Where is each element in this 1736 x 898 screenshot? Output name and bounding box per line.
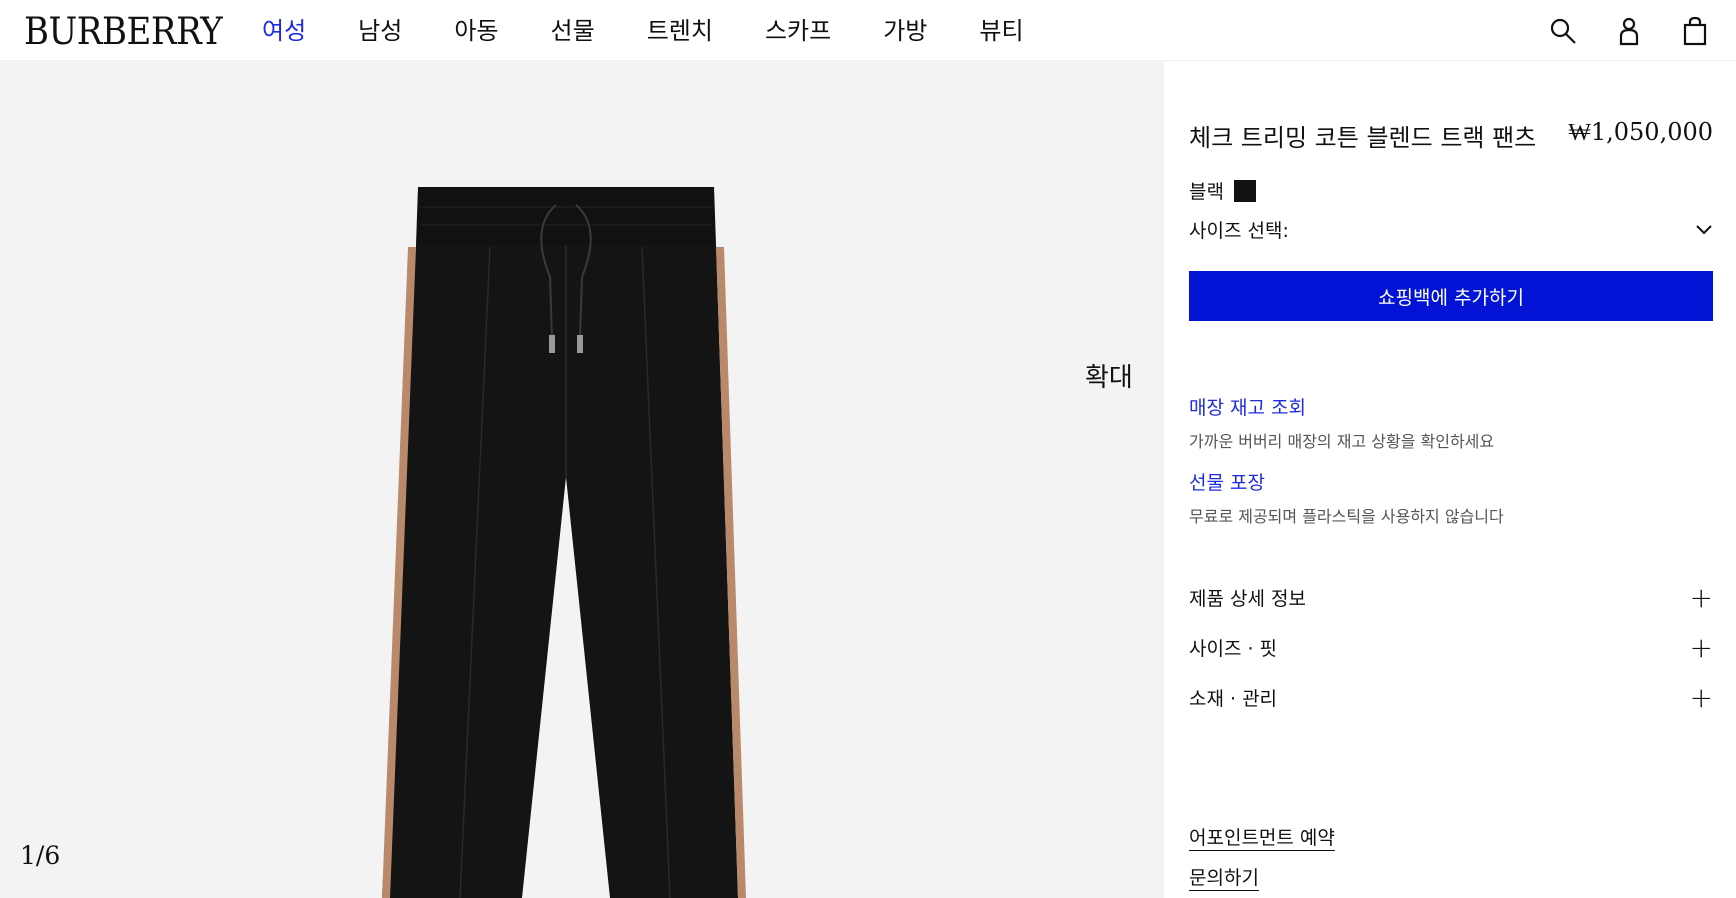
gift-wrap-block: 선물 포장 무료로 제공되며 플라스틱을 사용하지 않습니다 xyxy=(1189,468,1504,527)
title-row: 체크 트리밍 코튼 블렌드 트랙 팬츠 ₩1,050,000 xyxy=(1189,118,1713,153)
product-price: ₩1,050,000 xyxy=(1568,118,1713,146)
nav-item-gifts[interactable]: 선물 xyxy=(551,14,595,48)
brand-logo[interactable]: BURBERRY xyxy=(24,10,223,53)
nav-item-trench[interactable]: 트렌치 xyxy=(647,14,713,48)
chevron-down-icon xyxy=(1696,224,1712,234)
plus-icon: + xyxy=(1689,580,1713,614)
nav-item-women[interactable]: 여성 xyxy=(262,14,306,48)
nav-item-bags[interactable]: 가방 xyxy=(883,14,927,48)
accordion-label: 사이즈 · 핏 xyxy=(1189,638,1278,660)
search-icon[interactable] xyxy=(1546,14,1580,48)
site-header: BURBERRY 여성 남성 아동 선물 트렌치 스카프 가방 뷰티 xyxy=(0,0,1736,61)
color-label: 블랙 xyxy=(1189,181,1224,203)
accordion-label: 제품 상세 정보 xyxy=(1189,588,1306,610)
shopping-bag-icon[interactable] xyxy=(1678,14,1712,48)
accordion-product-details[interactable]: 제품 상세 정보 + xyxy=(1189,580,1713,614)
zoom-button[interactable]: 확대 xyxy=(1085,357,1133,394)
product-image xyxy=(382,187,746,898)
store-stock-subtitle: 가까운 버버리 매장의 재고 상황을 확인하세요 xyxy=(1189,432,1495,451)
size-select[interactable]: 사이즈 선택: xyxy=(1189,216,1713,243)
main-nav: 여성 남성 아동 선물 트렌치 스카프 가방 뷰티 xyxy=(262,14,1076,48)
accordion-label: 소재 · 관리 xyxy=(1189,688,1278,710)
color-swatch[interactable] xyxy=(1233,179,1256,202)
nav-item-beauty[interactable]: 뷰티 xyxy=(979,14,1023,48)
color-row: 블랙 xyxy=(1189,177,1256,204)
store-stock-link[interactable]: 매장 재고 조회 xyxy=(1189,393,1494,420)
size-label: 사이즈 선택: xyxy=(1189,220,1289,242)
plus-icon: + xyxy=(1689,630,1713,664)
nav-item-kids[interactable]: 아동 xyxy=(454,14,498,48)
product-gallery[interactable]: 확대 1/6 xyxy=(0,61,1164,898)
header-icons xyxy=(1514,14,1712,48)
contact-link[interactable]: 문의하기 xyxy=(1189,863,1259,890)
accordion-size-fit[interactable]: 사이즈 · 핏 + xyxy=(1189,630,1713,664)
image-counter: 1/6 xyxy=(20,841,61,870)
gift-wrap-subtitle: 무료로 제공되며 플라스틱을 사용하지 않습니다 xyxy=(1189,507,1504,526)
account-icon[interactable] xyxy=(1612,14,1646,48)
store-stock-block: 매장 재고 조회 가까운 버버리 매장의 재고 상황을 확인하세요 xyxy=(1189,393,1494,452)
nav-item-scarves[interactable]: 스카프 xyxy=(765,14,831,48)
nav-item-men[interactable]: 남성 xyxy=(358,14,402,48)
add-to-bag-button[interactable]: 쇼핑백에 추가하기 xyxy=(1189,271,1713,321)
plus-icon: + xyxy=(1689,680,1713,714)
appointment-link[interactable]: 어포인트먼트 예약 xyxy=(1189,823,1335,850)
gift-wrap-link[interactable]: 선물 포장 xyxy=(1189,468,1504,495)
product-title: 체크 트리밍 코튼 블렌드 트랙 팬츠 xyxy=(1189,124,1537,152)
accordion-material-care[interactable]: 소재 · 관리 + xyxy=(1189,680,1713,714)
